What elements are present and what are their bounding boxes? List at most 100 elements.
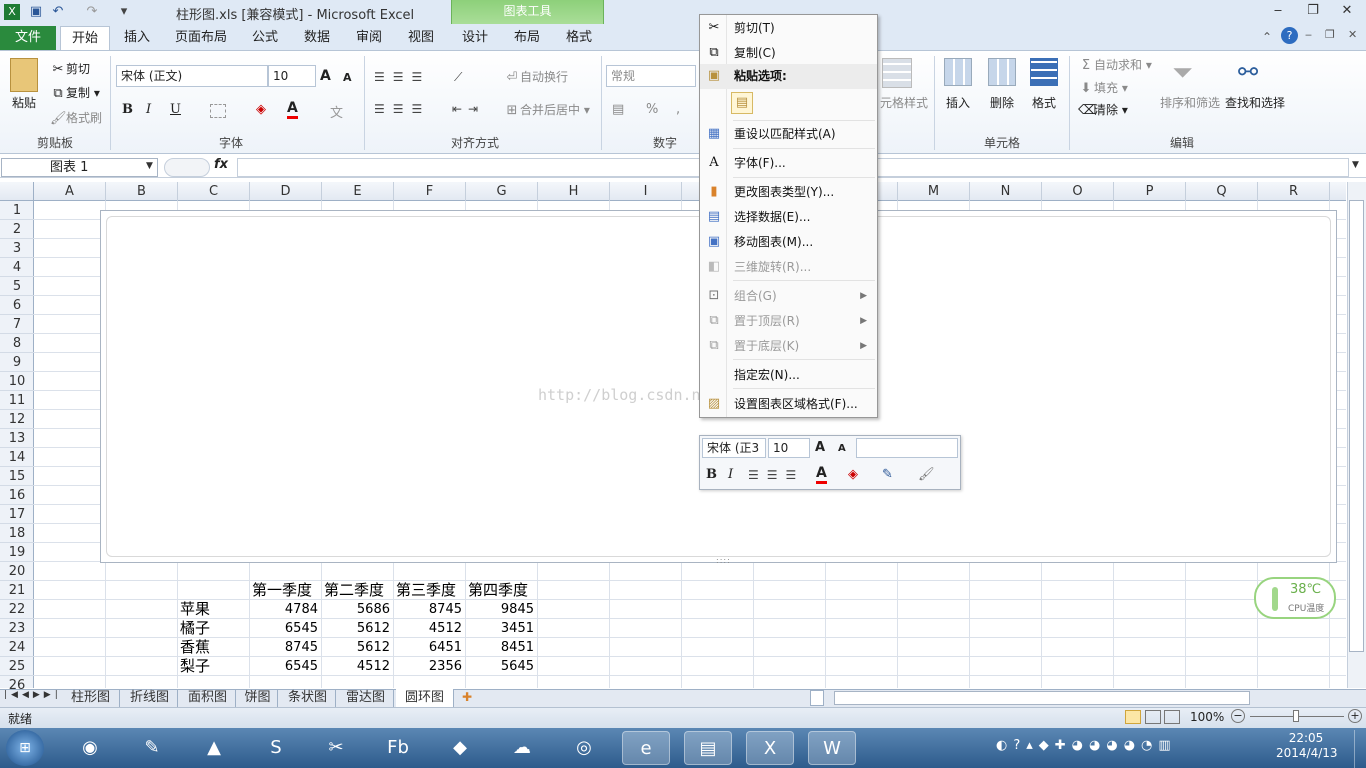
page-break-view-icon[interactable]: [1164, 710, 1180, 724]
sheet-tab[interactable]: 饼图: [238, 689, 278, 707]
value-cell[interactable]: 2356: [394, 657, 462, 676]
tab-data[interactable]: 数据: [296, 26, 338, 50]
snipping-taskbar-icon[interactable]: ✂: [312, 731, 360, 765]
mini-font-combo[interactable]: 宋体 (正3: [702, 438, 766, 458]
paste-option-button[interactable]: ▤: [731, 92, 753, 114]
mini-style-combo[interactable]: [856, 438, 958, 458]
minimize-button[interactable]: ‒: [1265, 2, 1291, 20]
shrink-font-button[interactable]: A: [343, 71, 352, 84]
firefox-taskbar-icon[interactable]: ◎: [560, 731, 608, 765]
doc-minimize-icon[interactable]: ‒: [1305, 28, 1312, 41]
notepad-taskbar-icon[interactable]: ✎: [128, 731, 176, 765]
value-cell[interactable]: 9845: [466, 600, 534, 619]
orientation-icon[interactable]: ⟋: [454, 70, 462, 85]
column-header-p[interactable]: P: [1114, 182, 1186, 201]
tab-home[interactable]: 开始: [60, 26, 110, 51]
insert-cells-button[interactable]: 插入: [946, 94, 970, 111]
show-desktop-button[interactable]: [1354, 730, 1366, 768]
clear-button[interactable]: ⌫清除 ▾: [1078, 101, 1128, 119]
zoom-out-icon[interactable]: −: [1231, 709, 1245, 723]
vertical-scroll-thumb[interactable]: [1349, 200, 1364, 652]
mini-shrink-font-icon[interactable]: A: [838, 443, 846, 454]
tab-review[interactable]: 审阅: [348, 26, 390, 50]
row-header-21[interactable]: 21: [0, 581, 34, 600]
value-cell[interactable]: 6451: [394, 638, 462, 657]
close-button[interactable]: ✕: [1334, 2, 1360, 20]
column-header-o[interactable]: O: [1042, 182, 1114, 201]
italic-button[interactable]: I: [146, 102, 151, 117]
row-header-20[interactable]: 20: [0, 562, 34, 581]
paste-icon[interactable]: [10, 58, 38, 92]
cell-styles-button[interactable]: 元格样式: [880, 94, 928, 111]
number-format-combo[interactable]: 常规: [606, 65, 696, 87]
explorer-taskbar-icon[interactable]: ▤: [684, 731, 732, 765]
undo-icon[interactable]: ↶: [50, 4, 66, 20]
sheet-tab[interactable]: 柱形图: [62, 689, 120, 707]
column-header-a[interactable]: A: [34, 182, 106, 201]
row-header-11[interactable]: 11: [0, 391, 34, 410]
excel-taskbar-icon[interactable]: X: [746, 731, 794, 765]
minimize-ribbon-icon[interactable]: ⌃: [1262, 30, 1272, 44]
row-header-5[interactable]: 5: [0, 277, 34, 296]
horizontal-align-icons[interactable]: ☰☰☰: [374, 102, 430, 116]
insert-function-icon[interactable]: fx: [214, 157, 228, 172]
row-header-23[interactable]: 23: [0, 619, 34, 638]
value-cell[interactable]: 6545: [250, 619, 318, 638]
row-header-25[interactable]: 25: [0, 657, 34, 676]
indent-icons[interactable]: ⇤⇥: [452, 102, 484, 116]
eclipse-taskbar-icon[interactable]: ◉: [66, 731, 114, 765]
name-box-dropdown-icon[interactable]: ▼: [146, 161, 153, 171]
row-header-19[interactable]: 19: [0, 543, 34, 562]
border-icon[interactable]: [210, 104, 226, 118]
row-header-2[interactable]: 2: [0, 220, 34, 239]
row-header-3[interactable]: 3: [0, 239, 34, 258]
tab-page-layout[interactable]: 页面布局: [170, 26, 232, 50]
fruit-label-cell[interactable]: 橘子: [180, 619, 210, 638]
restore-button[interactable]: ❐: [1300, 2, 1326, 20]
quarter-header-cell[interactable]: 第三季度: [396, 581, 456, 600]
row-header-17[interactable]: 17: [0, 505, 34, 524]
redo-icon[interactable]: ↷: [84, 4, 100, 20]
sheet-nav-icons[interactable]: |◀◀▶▶|: [4, 690, 62, 700]
wrap-text-button[interactable]: ⏎ 自动换行: [504, 68, 568, 86]
paste-button[interactable]: 粘贴: [12, 94, 36, 111]
cut-button[interactable]: ✂ 剪切: [50, 60, 90, 78]
mini-align-icons[interactable]: ☰☰☰: [748, 468, 804, 482]
value-cell[interactable]: 5612: [322, 638, 390, 657]
menu-item-change-chart-type[interactable]: ▮ 更改图表类型(Y)...: [700, 180, 877, 205]
quarter-header-cell[interactable]: 第二季度: [324, 581, 384, 600]
menu-item-font[interactable]: A 字体(F)...: [700, 151, 877, 176]
fruit-label-cell[interactable]: 梨子: [180, 657, 210, 676]
find-select-button[interactable]: 查找和选择: [1225, 94, 1285, 111]
mini-format-painter-icon[interactable]: 🖌: [918, 467, 935, 482]
binoculars-icon[interactable]: ⚯: [1238, 58, 1258, 86]
row-header-13[interactable]: 13: [0, 429, 34, 448]
column-header-q[interactable]: Q: [1186, 182, 1258, 201]
format-cells-icon[interactable]: [1030, 58, 1058, 86]
zoom-slider-thumb[interactable]: [1293, 710, 1299, 722]
copy-button[interactable]: ⧉ 复制 ▾: [50, 84, 100, 102]
flash-builder-taskbar-icon[interactable]: Fb: [374, 731, 422, 765]
row-header-15[interactable]: 15: [0, 467, 34, 486]
fill-button[interactable]: ⬇ 填充 ▾: [1078, 79, 1128, 97]
column-header-d[interactable]: D: [250, 182, 322, 201]
menu-item-format-chart-area[interactable]: ▨ 设置图表区域格式(F)...: [700, 392, 877, 417]
customize-qat-icon[interactable]: ▾: [116, 4, 132, 20]
expand-formula-icon[interactable]: ▼: [1352, 160, 1359, 170]
font-color-icon[interactable]: A: [287, 100, 298, 119]
word-taskbar-icon[interactable]: W: [808, 731, 856, 765]
menu-item-reset-style[interactable]: ▦ 重设以匹配样式(A): [700, 122, 877, 147]
column-header-i[interactable]: I: [610, 182, 682, 201]
scripting-taskbar-icon[interactable]: S: [252, 731, 300, 765]
mini-bold-button[interactable]: B: [706, 467, 717, 482]
row-header-24[interactable]: 24: [0, 638, 34, 657]
sort-filter-button[interactable]: 排序和筛选: [1160, 94, 1220, 111]
tab-view[interactable]: 视图: [400, 26, 442, 50]
row-header-7[interactable]: 7: [0, 315, 34, 334]
value-cell[interactable]: 5645: [466, 657, 534, 676]
tab-insert[interactable]: 插入: [116, 26, 158, 50]
normal-view-icon[interactable]: [1125, 710, 1141, 724]
mini-font-color-icon[interactable]: A: [816, 465, 827, 484]
sheet-tab[interactable]: 雷达图: [338, 689, 394, 707]
sheet-tab[interactable]: 面积图: [180, 689, 236, 707]
